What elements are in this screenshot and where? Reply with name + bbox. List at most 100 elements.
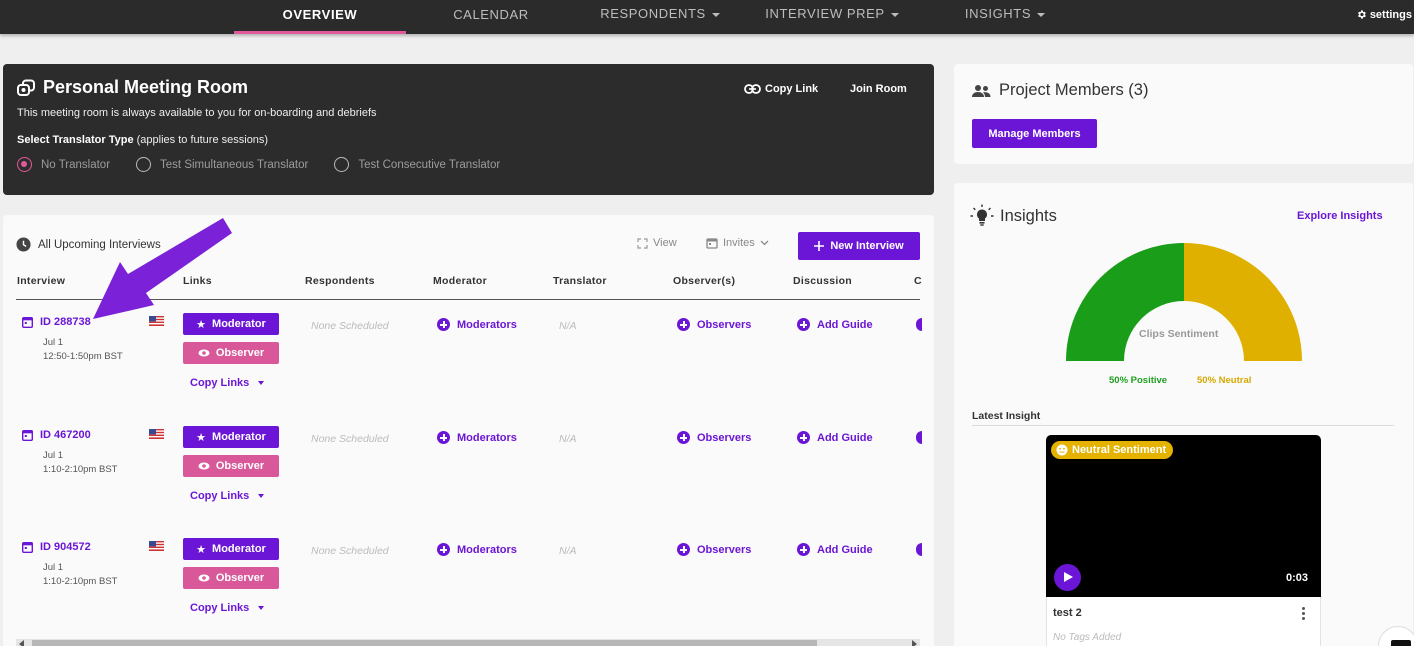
interviews-table-header: Interview Links Respondents Moderator Tr…: [16, 273, 922, 300]
truncated-column-icon[interactable]: [916, 543, 922, 556]
observer-link-label: Observer: [215, 347, 265, 359]
copy-link-button[interactable]: Copy Link: [744, 83, 818, 95]
nav-overview[interactable]: OVERVIEW: [234, 0, 406, 34]
nav-respondents[interactable]: RESPONDENTS: [585, 0, 735, 34]
gauge-positive-segment: [1066, 243, 1184, 361]
interview-time: 1:10-2:10pm BST: [43, 464, 118, 475]
invites-dropdown[interactable]: Invites: [706, 237, 769, 249]
scrollbar-thumb[interactable]: [32, 640, 817, 646]
view-button[interactable]: View: [637, 237, 677, 249]
nav-interview-prep-label: INTERVIEW PREP: [765, 6, 885, 21]
chevron-down-icon: [711, 12, 720, 17]
moderator-link-button[interactable]: ★ Moderator: [183, 426, 279, 448]
translator-value: N/A: [559, 320, 577, 332]
nav-calendar[interactable]: CALENDAR: [420, 0, 562, 34]
translator-type-label: Select Translator Type (applies to futur…: [17, 134, 268, 146]
moderator-link-label: Moderator: [212, 543, 266, 555]
add-guide-label: Add Guide: [817, 543, 873, 556]
scroll-right-arrow-icon[interactable]: [912, 640, 917, 646]
clips-sentiment-gauge: [1066, 243, 1302, 361]
radio-label: No Translator: [41, 158, 111, 171]
us-flag-icon: [149, 316, 164, 326]
observer-link-button[interactable]: Observer: [183, 567, 279, 589]
interview-id: ID 288738: [40, 316, 91, 328]
star-icon: ★: [196, 318, 207, 331]
nav-interview-prep[interactable]: INTERVIEW PREP: [752, 0, 912, 34]
table-row: ID 467200 Jul 1 1:10-2:10pm BST ★ Moderato…: [3, 426, 934, 538]
new-interview-button[interactable]: New Interview: [798, 232, 920, 260]
join-room-button[interactable]: Join Room: [850, 83, 907, 95]
interview-id-link[interactable]: ID 467200: [22, 429, 91, 441]
truncated-column-icon[interactable]: [916, 318, 922, 331]
plus-circle-icon: [437, 318, 450, 331]
calendar-icon: [22, 542, 33, 553]
add-guide-button[interactable]: Add Guide: [797, 543, 873, 556]
new-interview-label: New Interview: [830, 240, 904, 252]
observer-link-label: Observer: [215, 572, 265, 584]
view-label: View: [653, 237, 677, 249]
clip-tags: No Tags Added: [1053, 632, 1122, 643]
respondents-value: None Scheduled: [311, 320, 389, 332]
explore-insights-link[interactable]: Explore Insights: [1297, 210, 1383, 222]
expand-icon: [637, 237, 648, 249]
add-moderators-button[interactable]: Moderators: [437, 431, 517, 444]
radio-simultaneous-translator[interactable]: Test Simultaneous Translator: [136, 157, 308, 172]
observer-link-button[interactable]: Observer: [183, 342, 279, 364]
radio-consecutive-translator[interactable]: Test Consecutive Translator: [334, 157, 500, 172]
add-guide-button[interactable]: Add Guide: [797, 431, 873, 444]
clip-video-player[interactable]: Neutral Sentiment 0:03: [1046, 435, 1321, 597]
manage-members-button[interactable]: Manage Members: [972, 119, 1097, 148]
clip-info: test 2 No Tags Added: [1046, 597, 1321, 646]
observers-label: Observers: [697, 431, 752, 444]
truncated-column-icon[interactable]: [916, 431, 922, 444]
upcoming-interviews-card: All Upcoming Interviews View Invites New…: [3, 215, 934, 646]
add-moderators-button[interactable]: Moderators: [437, 318, 517, 331]
radio-no-translator[interactable]: No Translator: [17, 157, 110, 172]
table-row: ID 904572 Jul 1 1:10-2:10pm BST ★ Moderato…: [3, 538, 934, 646]
copy-links-dropdown[interactable]: Copy Links: [190, 377, 265, 389]
moderators-label: Moderators: [457, 318, 517, 331]
meeting-room-title: Personal Meeting Room: [17, 77, 248, 98]
play-icon[interactable]: [1054, 564, 1081, 591]
add-observers-button[interactable]: Observers: [677, 431, 751, 444]
moderator-link-button[interactable]: ★ Moderator: [183, 313, 279, 335]
add-observers-button[interactable]: Observers: [677, 318, 751, 331]
calendar-icon: [22, 430, 33, 441]
sentiment-badge: Neutral Sentiment: [1051, 441, 1174, 459]
gear-icon: [1357, 10, 1366, 19]
us-flag-icon: [149, 429, 164, 439]
insights-card: Insights Explore Insights Clips Sentimen…: [954, 183, 1413, 646]
interview-id-link[interactable]: ID 288738: [22, 316, 91, 328]
upcoming-interviews-title: All Upcoming Interviews: [38, 238, 161, 251]
chevron-down-icon: [258, 494, 265, 499]
nav-calendar-label: CALENDAR: [453, 7, 529, 22]
interview-id-link[interactable]: ID 904572: [22, 541, 91, 553]
more-options-icon[interactable]: [1302, 607, 1305, 622]
horizontal-scrollbar[interactable]: [16, 639, 920, 646]
moderator-link-button[interactable]: ★ Moderator: [183, 538, 279, 560]
chevron-down-icon: [760, 240, 769, 246]
nav-insights[interactable]: INSIGHTS: [950, 0, 1060, 34]
add-observers-button[interactable]: Observers: [677, 543, 751, 556]
settings-button[interactable]: settings: [1356, 0, 1412, 32]
scroll-left-arrow-icon[interactable]: [19, 640, 24, 646]
observers-label: Observers: [697, 318, 752, 331]
add-moderators-button[interactable]: Moderators: [437, 543, 517, 556]
plus-icon: [814, 241, 825, 251]
meeting-room-icon: [17, 79, 35, 96]
copy-links-dropdown[interactable]: Copy Links: [190, 602, 265, 614]
plus-circle-icon: [437, 431, 450, 444]
interview-datetime: Jul 1 1:10-2:10pm BST: [43, 449, 117, 477]
moderators-label: Moderators: [457, 431, 517, 444]
radio-label: Test Simultaneous Translator: [160, 158, 309, 171]
observer-link-button[interactable]: Observer: [183, 455, 279, 477]
plus-circle-icon: [677, 543, 690, 556]
radio-checked-icon: [17, 157, 32, 172]
chevron-down-icon: [258, 381, 265, 386]
add-guide-button[interactable]: Add Guide: [797, 318, 873, 331]
radio-unchecked-icon: [136, 157, 152, 172]
clip-duration: 0:03: [1285, 572, 1308, 584]
gauge-neutral-segment: [1184, 243, 1302, 361]
copy-links-dropdown[interactable]: Copy Links: [190, 490, 265, 502]
translator-value: N/A: [559, 545, 577, 557]
